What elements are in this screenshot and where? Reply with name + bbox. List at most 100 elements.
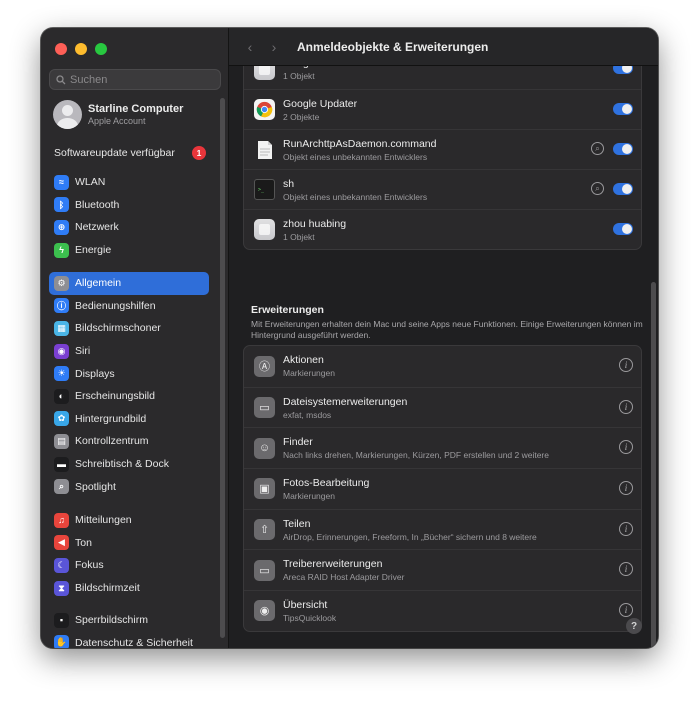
sidebar-item-sperrbildschirm[interactable]: ▪ Sperrbildschirm	[49, 609, 209, 632]
login-item-subtitle: Objekt eines unbekannten Entwicklers	[283, 191, 428, 202]
moon-icon: ☾	[54, 557, 69, 573]
sidebar-item-fokus[interactable]: ☾ Fokus	[49, 554, 209, 577]
login-item-title: zhou huabing	[283, 217, 347, 230]
login-item-toggle[interactable]	[613, 103, 633, 115]
sidebar: Starline Computer Apple Account Software…	[41, 28, 229, 648]
login-item-row[interactable]: RunArchttpAsDaemon.command Objekt eines u…	[244, 129, 641, 169]
search-input[interactable]	[70, 73, 210, 86]
login-items-list: Google LLC 1 Objekt Google Updater2 Objekt…	[243, 66, 642, 250]
sidebar-item-bildschirmschoner[interactable]: ▦ Bildschirmschoner	[49, 317, 209, 340]
sidebar-item-label: Erscheinungsbild	[75, 390, 155, 403]
sidebar-item-schreibtisch-dock[interactable]: ▬ Schreibtisch & Dock	[49, 453, 209, 476]
display-icon: ☀	[54, 366, 69, 382]
sidebar-item-wlan[interactable]: ≈ WLAN	[49, 171, 209, 194]
sidebar-item-label: Bildschirmzeit	[75, 582, 140, 595]
zoom-window-button[interactable]	[95, 43, 107, 55]
svg-text:>_: >_	[258, 187, 265, 193]
reveal-in-finder-icon[interactable]: ⌕	[591, 142, 604, 155]
minimize-window-button[interactable]	[75, 43, 87, 55]
extension-title: Dateisystemerweiterungen	[283, 395, 408, 408]
battery-icon: ϟ	[54, 242, 69, 258]
extension-row-treibererweiterungen[interactable]: ▭ Treibererweiterungen Areca RAID Host Ada…	[244, 549, 641, 590]
sidebar-item-label: Bildschirmschoner	[75, 322, 161, 335]
apple-account[interactable]: Starline Computer Apple Account	[53, 100, 183, 129]
extension-row-finder[interactable]: ☺ Finder Nach links drehen, Markierungen, …	[244, 427, 641, 468]
extension-icon: ▭	[254, 397, 275, 419]
actions-icon: Ⓐ	[254, 355, 275, 377]
extension-subtitle: Markierungen	[283, 368, 335, 379]
account-subtitle: Apple Account	[88, 116, 146, 126]
help-button[interactable]: ?	[626, 618, 642, 634]
sidebar-scrollbar[interactable]	[220, 98, 225, 638]
sidebar-item-label: Sperrbildschirm	[75, 614, 148, 627]
extension-row-übersicht[interactable]: ◉ Übersicht TipsQuicklook i	[244, 590, 641, 631]
sidebar-item-label: Ton	[75, 536, 92, 549]
extension-subtitle: Markierungen	[283, 490, 335, 501]
extension-row-dateisystemerweiterungen[interactable]: ▭ Dateisystemerweiterungen exfat, msdos i	[244, 386, 641, 428]
info-icon[interactable]: i	[619, 358, 633, 372]
eye-icon: ◉	[254, 600, 275, 622]
info-icon[interactable]: i	[619, 481, 633, 496]
sidebar-item-spotlight[interactable]: ⌕ Spotlight	[49, 475, 209, 498]
driver-icon: ▭	[254, 559, 275, 581]
sidebar-item-label: Bluetooth	[75, 198, 120, 211]
sidebar-item-datenschutz-sicherheit[interactable]: ✋ Datenschutz & Sicherheit	[49, 632, 209, 648]
login-item-title: sh	[283, 177, 295, 190]
sidebar-item-allgemein[interactable]: ⚙ Allgemein	[49, 272, 209, 295]
login-item-toggle[interactable]	[613, 66, 633, 74]
login-item-row[interactable]: >_ sh Objekt eines unbekannten Entwicklers…	[244, 169, 641, 209]
extension-subtitle: TipsQuicklook	[283, 612, 337, 623]
login-item-row[interactable]: Google Updater 2 Objekte	[244, 89, 641, 129]
sidebar-item-netzwerk[interactable]: ⊕ Netzwerk	[49, 216, 209, 239]
document-icon	[254, 139, 275, 160]
extension-title: Treibererweiterungen	[283, 558, 383, 571]
lock-screen-icon: ▪	[54, 612, 69, 628]
extension-row-teilen[interactable]: ⇧ Teilen AirDrop, Erinnerungen, Freeform, …	[244, 508, 641, 550]
avatar	[53, 100, 82, 129]
extension-subtitle: Areca RAID Host Adapter Driver	[283, 572, 405, 583]
login-item-toggle[interactable]	[613, 183, 633, 195]
login-item-toggle[interactable]	[613, 143, 633, 155]
content-area: Google LLC 1 Objekt Google Updater2 Objekt…	[229, 66, 658, 648]
terminal-icon: >_	[254, 179, 275, 200]
sidebar-item-hintergrundbild[interactable]: ✿ Hintergrundbild	[49, 408, 209, 431]
close-window-button[interactable]	[55, 43, 67, 55]
finder-icon: ☺	[254, 437, 275, 459]
bluetooth-icon: ᛒ	[54, 197, 69, 213]
login-item-subtitle: 1 Objekt	[283, 231, 315, 242]
hourglass-icon: ⧗	[54, 580, 69, 596]
login-item-row[interactable]: zhou huabing 1 Objekt	[244, 209, 641, 249]
sidebar-item-siri[interactable]: ◉ Siri	[49, 340, 209, 363]
extension-subtitle: Nach links drehen, Markierungen, Kürzen,…	[283, 450, 549, 461]
dock-icon: ▬	[54, 456, 69, 472]
sidebar-item-bedienungshilfen[interactable]: ⓘ Bedienungshilfen	[49, 295, 209, 318]
login-item-toggle[interactable]	[613, 223, 633, 235]
sidebar-item-label: Energie	[75, 244, 112, 257]
info-icon[interactable]: i	[619, 399, 633, 414]
window-controls	[55, 43, 107, 55]
forward-button[interactable]: ›	[267, 39, 281, 55]
sidebar-item-energie[interactable]: ϟ Energie	[49, 239, 209, 262]
extension-row-aktionen[interactable]: Ⓐ Aktionen Markierungen i	[244, 346, 641, 387]
sidebar-item-label: Mitteilungen	[75, 514, 132, 527]
sidebar-item-label: Siri	[75, 345, 91, 358]
back-button[interactable]: ‹	[243, 39, 257, 55]
sidebar-item-mitteilungen[interactable]: ♫ Mitteilungen	[49, 509, 209, 532]
search-field[interactable]	[49, 69, 221, 90]
extension-row-fotos-bearbeitung[interactable]: ▣ Fotos-Bearbeitung Markierungen i	[244, 468, 641, 509]
reveal-in-finder-icon[interactable]: ⌕	[591, 182, 604, 195]
sidebar-item-bildschirmzeit[interactable]: ⧗ Bildschirmzeit	[49, 577, 209, 600]
sidebar-item-label: Netzwerk	[75, 221, 119, 234]
sidebar-item-bluetooth[interactable]: ᛒ Bluetooth	[49, 194, 209, 217]
photos-edit-icon: ▣	[254, 478, 275, 500]
login-item-row[interactable]: Google LLC 1 Objekt	[244, 66, 641, 89]
sidebar-item-ton[interactable]: ◀ Ton	[49, 532, 209, 555]
sidebar-item-label: Allgemein	[75, 277, 122, 290]
screensaver-icon: ▦	[54, 320, 69, 336]
info-icon[interactable]: i	[619, 521, 633, 536]
software-update-item[interactable]: Softwareupdate verfügbar 1	[54, 146, 206, 160]
content-scrollbar[interactable]	[651, 282, 656, 648]
sidebar-item-erscheinungsbild[interactable]: ◐ Erscheinungsbild	[49, 385, 209, 408]
sidebar-item-kontrollzentrum[interactable]: ▤ Kontrollzentrum	[49, 430, 209, 453]
sidebar-item-displays[interactable]: ☀ Displays	[49, 362, 209, 385]
